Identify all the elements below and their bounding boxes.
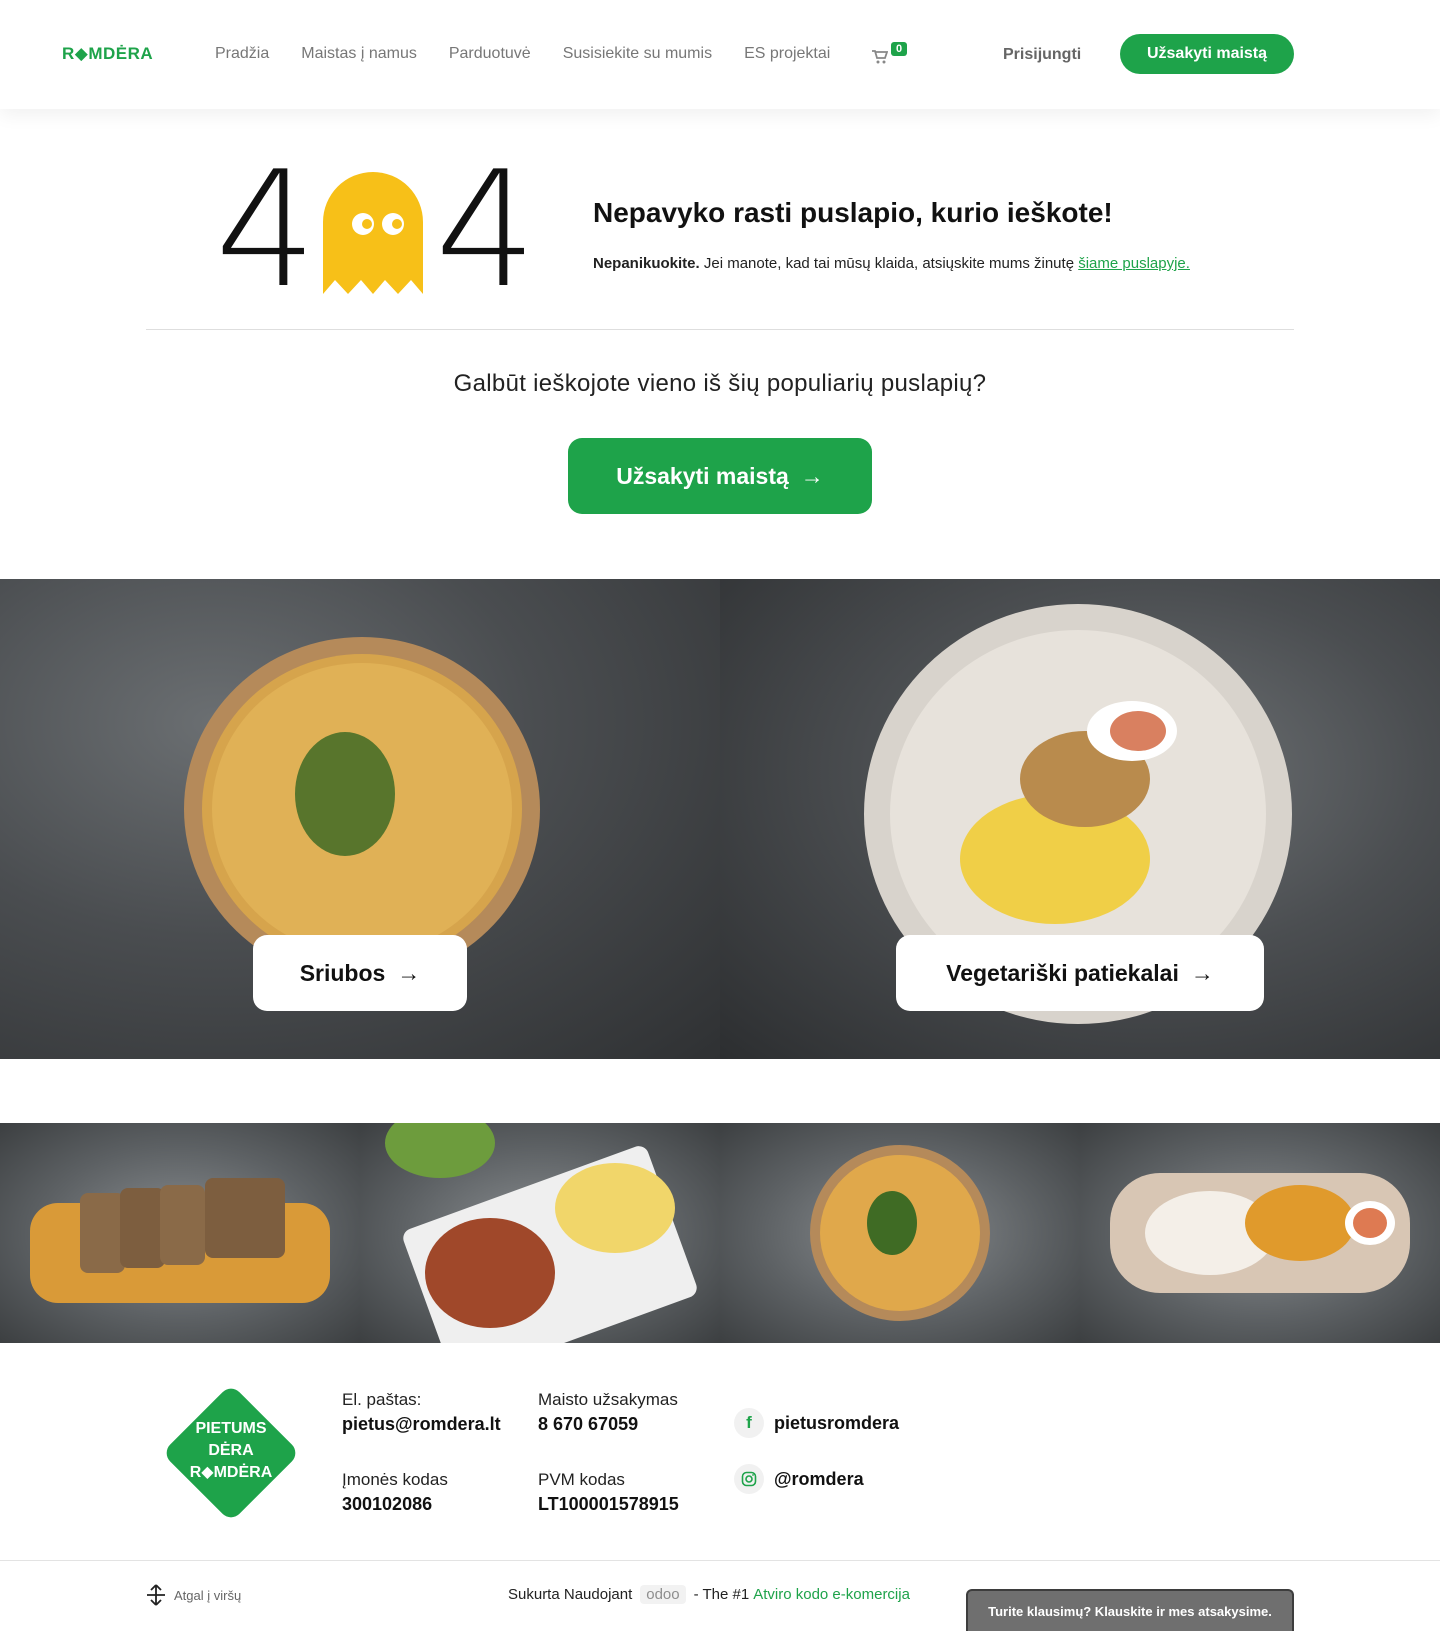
error-subtitle-bold: Nepanikuokite.	[593, 255, 700, 272]
section-divider	[146, 329, 1294, 330]
ghost-icon	[323, 172, 423, 294]
odoo-logo[interactable]: odoo	[640, 1585, 686, 1604]
suggest-question: Galbūt ieškojote vieno iš šių populiarių…	[453, 370, 987, 397]
footer-company-value: 300102086	[342, 1494, 433, 1514]
footer-logo-line-3: R◆MDĖRA	[189, 1464, 273, 1481]
arrow-right-icon: →	[1190, 959, 1214, 986]
gallery-photo-meal-box	[360, 1123, 720, 1343]
site-logo[interactable]: R◆MDĖRA	[62, 44, 153, 64]
facebook-link[interactable]: f pietusromdera	[734, 1408, 899, 1438]
error-title: Nepavyko rasti puslapio, kurio ieškote!	[593, 197, 1113, 228]
built-with: Sukurta Naudojant odoo - The #1 Atviro k…	[508, 1585, 910, 1604]
footer-logo-line-2: DĖRA	[208, 1442, 254, 1459]
main-nav: Pradžia Maistas į namus Parduotuvė Susis…	[215, 45, 862, 63]
site-header: R◆MDĖRA Pradžia Maistas į namus Parduotu…	[0, 0, 1440, 109]
error-subtitle-text: Jei manote, kad tai mūsų klaida, atsiųsk…	[699, 255, 1079, 272]
nav-item-food-delivery[interactable]: Maistas į namus	[301, 45, 417, 63]
back-to-top-label: Atgal į viršų	[174, 1587, 242, 1603]
footer-vat-value: LT100001578915	[538, 1494, 679, 1514]
built-prefix: Sukurta Naudojant	[508, 1586, 633, 1603]
login-link[interactable]: Prisijungti	[1003, 46, 1081, 64]
instagram-link[interactable]: @romdera	[734, 1464, 864, 1494]
photo-gallery	[0, 1123, 1440, 1343]
soups-label: Sriubos	[299, 959, 386, 986]
nav-item-eu-projects[interactable]: ES projektai	[744, 45, 830, 63]
error-subtitle: Nepanikuokite. Jei manote, kad tai mūsų …	[593, 255, 1190, 272]
nav-item-home[interactable]: Pradžia	[215, 45, 269, 63]
footer-order-value[interactable]: 8 670 67059	[538, 1414, 678, 1435]
arrow-right-icon: →	[800, 462, 824, 489]
footer-logo: PIETUMS DĖRA R◆MDĖRA	[158, 1380, 304, 1526]
error-digit-right: 4	[435, 136, 537, 323]
nav-item-contact[interactable]: Susisiekite su mumis	[563, 45, 712, 63]
gallery-photo-rice-dish	[1080, 1123, 1440, 1343]
order-food-button-label: Užsakyti maistą	[616, 462, 789, 489]
back-to-top-link[interactable]: Atgal į viršų	[146, 1584, 241, 1606]
vegetarian-tile[interactable]: Vegetariški patiekalai →	[720, 579, 1440, 1059]
soups-button[interactable]: Sriubos →	[253, 935, 467, 1011]
gallery-photo-bread	[0, 1123, 360, 1343]
soups-tile[interactable]: Sriubos →	[0, 579, 720, 1059]
cart-link[interactable]: 0	[872, 42, 908, 64]
back-to-top-icon	[147, 1584, 165, 1606]
error-digit-left: 4	[215, 136, 317, 323]
facebook-handle: pietusromdera	[774, 1412, 900, 1433]
footer-order-label: Maisto užsakymas	[538, 1390, 678, 1409]
footer-email-label: El. paštas:	[342, 1390, 422, 1409]
vegetarian-label: Vegetariški patiekalai	[946, 959, 1179, 986]
order-food-button[interactable]: Užsakyti maistą →	[568, 438, 872, 514]
footer-order-phone: Maisto užsakymas 8 670 67059	[538, 1390, 678, 1435]
footer-logo-line-1: PIETUMS	[195, 1420, 267, 1437]
live-chat-button[interactable]: Turite klausimų? Klauskite ir mes atsaky…	[966, 1589, 1294, 1631]
cart-count-badge: 0	[891, 42, 908, 56]
footer-divider	[0, 1560, 1440, 1561]
arrow-right-icon: →	[397, 959, 421, 986]
instagram-icon	[734, 1464, 764, 1494]
vegetarian-button[interactable]: Vegetariški patiekalai →	[896, 935, 1264, 1011]
gallery-photo-soup	[720, 1123, 1080, 1343]
nav-item-shop[interactable]: Parduotuvė	[449, 45, 531, 63]
contact-page-link[interactable]: šiame puslapyje.	[1078, 255, 1190, 272]
footer-vat-code: PVM kodas LT100001578915	[538, 1470, 679, 1515]
built-mid: - The #1	[693, 1586, 750, 1603]
footer-company-label: Įmonės kodas	[342, 1470, 448, 1489]
instagram-handle: @romdera	[774, 1468, 864, 1489]
footer-vat-label: PVM kodas	[538, 1470, 625, 1489]
header-order-button[interactable]: Užsakyti maistą	[1120, 34, 1294, 74]
footer-email: El. paštas: pietus@romdera.lt	[342, 1390, 501, 1435]
footer-email-value[interactable]: pietus@romdera.lt	[342, 1414, 501, 1435]
error-404-graphic: 4 4	[215, 150, 537, 310]
footer-company-code: Įmonės kodas 300102086	[342, 1470, 448, 1515]
cart-icon	[872, 50, 888, 64]
facebook-icon: f	[734, 1408, 764, 1438]
ecommerce-link[interactable]: Atviro kodo e-komercija	[753, 1586, 910, 1603]
